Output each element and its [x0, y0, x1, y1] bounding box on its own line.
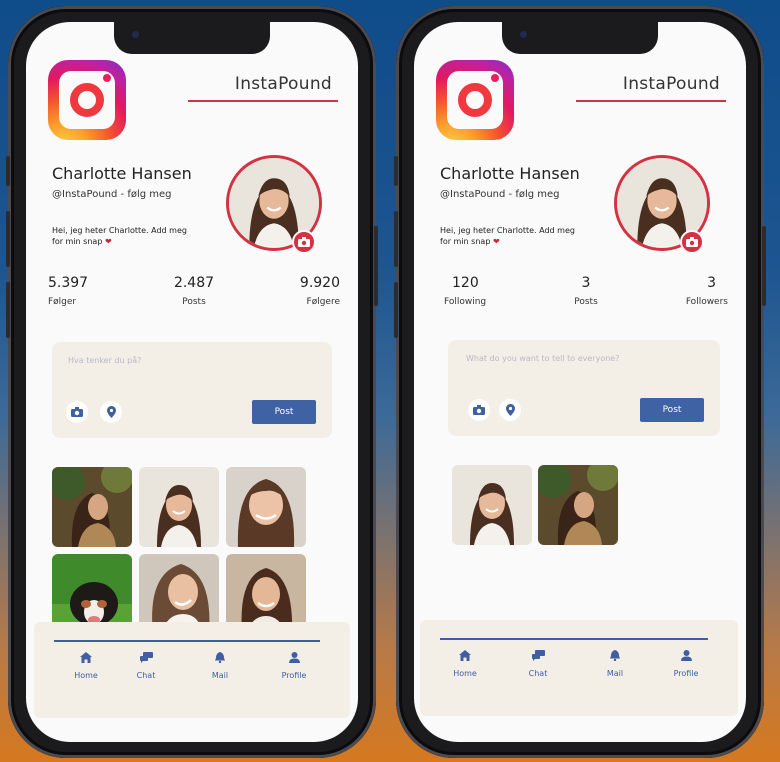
stat-followers[interactable]: 5.397 Følger	[48, 275, 118, 307]
screen-left: InstaPound Charlotte Hansen @InstaPound …	[26, 22, 358, 742]
screen-right: InstaPound Charlotte Hansen @InstaPound …	[414, 22, 746, 742]
bottom-nav: Home Chat Mail Profile	[420, 620, 738, 716]
stat-value: 3	[707, 275, 716, 291]
change-avatar-camera-icon[interactable]	[680, 230, 704, 254]
stat-posts[interactable]: 3 Posts	[551, 275, 621, 307]
nav-label: Home	[453, 669, 477, 678]
location-pin-icon[interactable]	[100, 401, 122, 423]
phone-left: InstaPound Charlotte Hansen @InstaPound …	[6, 6, 378, 758]
profile-stats: 5.397 Følger 2.487 Posts 9.920 Følgere	[48, 275, 340, 307]
bell-icon	[215, 652, 225, 663]
nav-profile[interactable]: Profile	[270, 652, 318, 680]
stat-value: 2.487	[173, 275, 215, 291]
photo-woman-portrait[interactable]	[226, 467, 306, 547]
stat-label: Followers	[685, 297, 728, 307]
notch	[502, 22, 658, 54]
profile-name: Charlotte Hansen	[440, 164, 580, 183]
app-title: InstaPound	[622, 74, 720, 94]
composer-input[interactable]: Hva tenker du på?	[68, 356, 141, 365]
stat-label: Følger	[48, 297, 77, 307]
post-composer: What do you want to tell to everyone? Po…	[448, 340, 720, 436]
title-underline	[576, 100, 726, 102]
stat-value: 120	[452, 275, 479, 291]
stat-value: 3	[581, 275, 591, 291]
bell-icon	[610, 650, 620, 661]
nav-profile[interactable]: Profile	[662, 650, 710, 678]
nav-divider	[54, 640, 320, 642]
location-pin-icon[interactable]	[499, 399, 521, 421]
composer-input[interactable]: What do you want to tell to everyone?	[466, 354, 619, 363]
post-button[interactable]: Post	[252, 400, 316, 424]
user-icon	[288, 652, 300, 663]
nav-label: Mail	[211, 671, 229, 680]
heart-icon: ❤	[104, 237, 112, 246]
post-composer: Hva tenker du på? Post	[52, 342, 332, 438]
stat-following[interactable]: 9.920 Følgere	[270, 275, 340, 307]
stat-following[interactable]: 120 Following	[444, 275, 514, 307]
nav-label: Chat	[136, 671, 156, 680]
nav-label: Profile	[281, 671, 307, 680]
photo-woman-autumn[interactable]	[538, 465, 618, 545]
profile-handle: @InstaPound - følg meg	[440, 189, 560, 200]
nav-label: Profile	[673, 669, 699, 678]
profile-bio: Hei, jeg heter Charlotte. Add meg for mi…	[52, 226, 187, 246]
title-underline	[188, 100, 338, 102]
nav-mail[interactable]: Mail	[591, 650, 639, 678]
home-icon	[80, 652, 92, 663]
stat-label: Posts	[182, 297, 206, 307]
nav-label: Chat	[528, 669, 548, 678]
heart-icon: ❤	[492, 237, 500, 246]
photo-woman-autumn[interactable]	[52, 467, 132, 547]
chat-icon	[531, 650, 545, 661]
nav-home[interactable]: Home	[441, 650, 489, 678]
photo-woman-smile[interactable]	[452, 465, 532, 545]
profile-stats: 120 Following 3 Posts 3 Followers	[444, 275, 728, 307]
nav-label: Home	[74, 671, 98, 680]
camera-icon[interactable]	[468, 399, 490, 421]
user-icon	[680, 650, 692, 661]
home-icon	[459, 650, 471, 661]
nav-home[interactable]: Home	[62, 652, 110, 680]
instagram-logo-icon[interactable]	[436, 60, 514, 140]
phone-right: InstaPound Charlotte Hansen @InstaPound …	[394, 6, 766, 758]
stat-followers[interactable]: 3 Followers	[658, 275, 728, 307]
stat-label: Posts	[574, 297, 598, 307]
stat-value: 9.920	[299, 275, 340, 291]
instagram-logo-icon[interactable]	[48, 60, 126, 140]
nav-label: Mail	[606, 669, 624, 678]
stat-value: 5.397	[48, 275, 89, 291]
nav-mail[interactable]: Mail	[196, 652, 244, 680]
stat-label: Følgere	[306, 297, 340, 307]
nav-divider	[440, 638, 708, 640]
change-avatar-camera-icon[interactable]	[292, 230, 316, 254]
stat-label: Following	[444, 297, 487, 307]
stat-posts[interactable]: 2.487 Posts	[159, 275, 229, 307]
photo-woman-smile[interactable]	[139, 467, 219, 547]
chat-icon	[139, 652, 153, 663]
profile-bio: Hei, jeg heter Charlotte. Add meg for mi…	[440, 226, 575, 246]
profile-handle: @InstaPound - følg meg	[52, 189, 172, 200]
app-title: InstaPound	[234, 74, 332, 94]
camera-icon[interactable]	[66, 401, 88, 423]
notch	[114, 22, 270, 54]
post-button[interactable]: Post	[640, 398, 704, 422]
profile-name: Charlotte Hansen	[52, 164, 192, 183]
bottom-nav: Home Chat Mail Profile	[34, 622, 350, 718]
nav-chat[interactable]: Chat	[514, 650, 562, 678]
nav-chat[interactable]: Chat	[122, 652, 170, 680]
